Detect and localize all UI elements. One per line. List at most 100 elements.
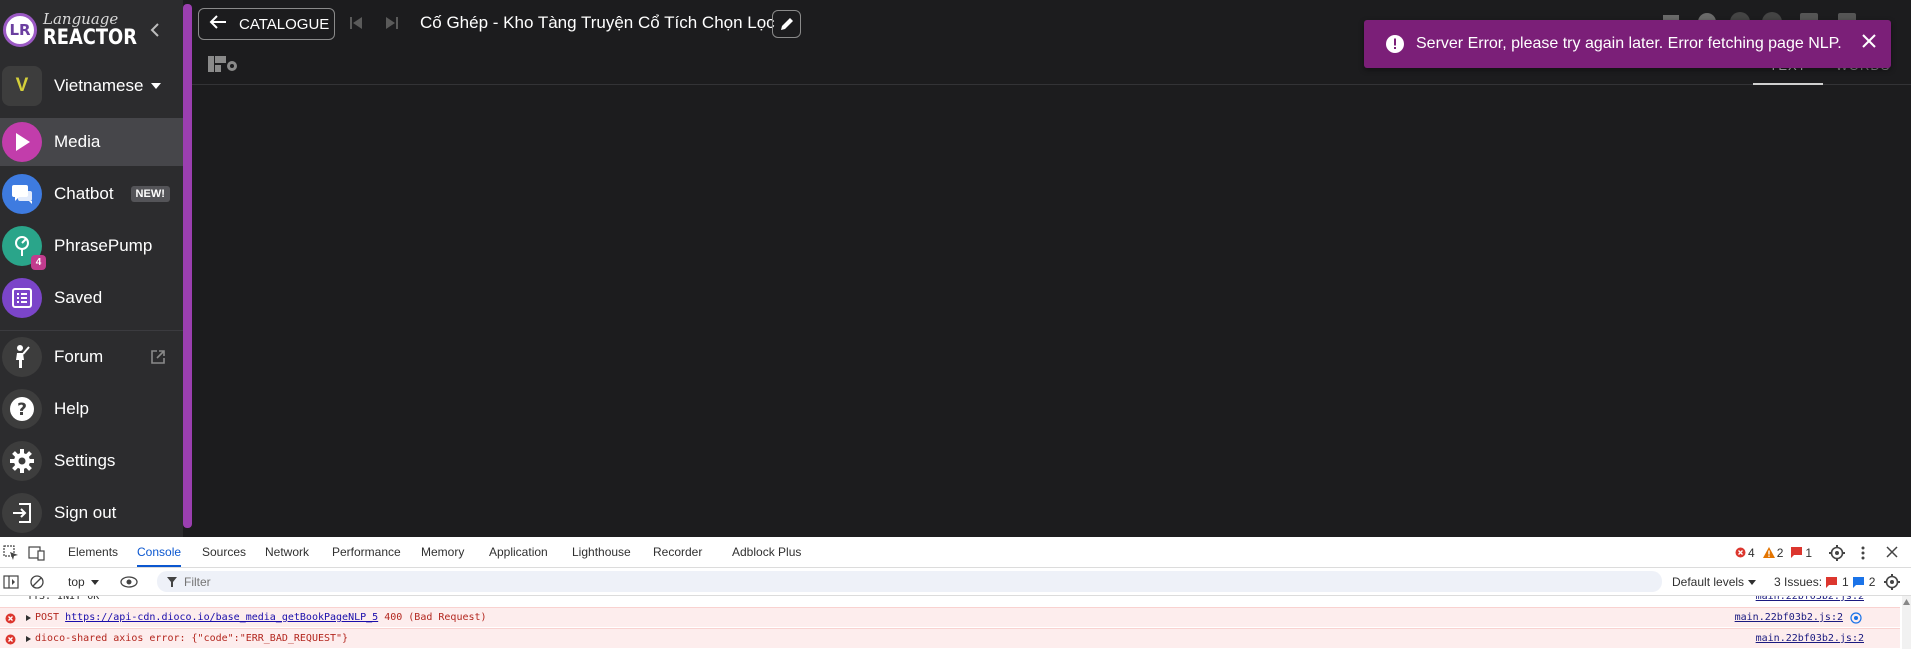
error-icon bbox=[1385, 34, 1405, 54]
sidebar-item-help[interactable]: ? Help bbox=[0, 385, 183, 433]
log-row-error: dioco-shared axios error: {"code":"ERR_B… bbox=[0, 628, 1900, 648]
sidebar-item-forum[interactable]: Forum bbox=[0, 333, 183, 381]
devtools-panel: Elements Console Sources Network Perform… bbox=[0, 537, 1911, 649]
edit-button[interactable] bbox=[772, 10, 801, 38]
issue-flag-icon bbox=[1826, 576, 1838, 588]
pencil-icon bbox=[780, 18, 793, 30]
app-logo[interactable]: LR Language REACTOR bbox=[3, 8, 137, 49]
chat-icon bbox=[2, 174, 42, 214]
device-toolbar-icon[interactable] bbox=[28, 545, 46, 564]
context-selector[interactable]: top bbox=[60, 572, 108, 592]
log-row-error: POST https://api-cdn.dioco.io/base_media… bbox=[0, 607, 1900, 627]
play-icon bbox=[2, 122, 42, 162]
close-icon[interactable] bbox=[1857, 29, 1881, 53]
log-levels-dropdown[interactable]: Default levels bbox=[1672, 572, 1757, 592]
forum-icon bbox=[2, 337, 42, 377]
devtools-settings-icon[interactable] bbox=[1829, 545, 1845, 564]
more-options-icon[interactable] bbox=[1860, 545, 1866, 564]
tab-performance[interactable]: Performance bbox=[332, 537, 401, 568]
issue-flag-icon bbox=[1791, 547, 1803, 558]
issue-count: 1 bbox=[1791, 546, 1812, 560]
brand-bottom-text: REACTOR bbox=[43, 25, 137, 49]
catalogue-label: CATALOGUE bbox=[239, 15, 330, 33]
sidebar-item-saved[interactable]: Saved bbox=[0, 274, 183, 322]
inspect-element-icon[interactable] bbox=[3, 545, 19, 564]
tab-elements[interactable]: Elements bbox=[68, 537, 118, 568]
previous-page-icon[interactable] bbox=[348, 15, 364, 36]
catalogue-button[interactable]: CATALOGUE bbox=[198, 8, 335, 40]
sidebar-item-media[interactable]: Media bbox=[0, 118, 183, 166]
tab-network[interactable]: Network bbox=[265, 537, 309, 568]
sidebar-item-chatbot[interactable]: Chatbot NEW! bbox=[0, 170, 183, 218]
warning-count: 2 bbox=[1762, 546, 1783, 560]
error-toast: Server Error, please try again later. Er… bbox=[1364, 20, 1891, 68]
error-icon bbox=[5, 633, 16, 649]
sidebar-item-sign-out[interactable]: Sign out bbox=[0, 489, 183, 537]
issues-counter[interactable]: 3 Issues: 1 2 bbox=[1774, 572, 1875, 592]
request-url-link[interactable]: https://api-cdn.dioco.io/base_media_getB… bbox=[65, 612, 378, 623]
chevron-down-icon bbox=[90, 580, 99, 586]
new-badge: NEW! bbox=[130, 186, 170, 202]
count-badge: 4 bbox=[31, 255, 46, 270]
console-counts[interactable]: 4 2 1 bbox=[1735, 537, 1812, 568]
arrow-left-icon bbox=[209, 14, 227, 34]
context-label: top bbox=[68, 575, 85, 589]
book-title: Cố Ghép - Kho Tàng Truyện Cổ Tích Chọn L… bbox=[420, 13, 775, 32]
tab-sources[interactable]: Sources bbox=[202, 537, 246, 568]
issues-error-count: 1 bbox=[1842, 575, 1849, 589]
info-flag-icon bbox=[1852, 576, 1864, 588]
console-output: TTS: INIT OK main.22bf03b2.js:2 POST htt… bbox=[0, 596, 1911, 649]
tab-console[interactable]: Console bbox=[137, 537, 182, 567]
sidebar-divider bbox=[0, 330, 183, 331]
tab-memory[interactable]: Memory bbox=[421, 537, 464, 568]
log-source-link[interactable]: main.22bf03b2.js:2 bbox=[1756, 629, 1864, 649]
sidebar-item-label: Chatbot bbox=[54, 184, 114, 203]
expand-triangle-icon[interactable] bbox=[26, 615, 31, 621]
tab-lighthouse[interactable]: Lighthouse bbox=[572, 537, 631, 568]
reader-content bbox=[192, 86, 1911, 537]
log-message: dioco-shared axios error: {"code":"ERR_B… bbox=[35, 633, 349, 644]
close-devtools-icon[interactable] bbox=[1885, 545, 1899, 562]
layout-settings-icon[interactable] bbox=[208, 56, 238, 77]
log-message: POST https://api-cdn.dioco.io/base_media… bbox=[35, 612, 487, 623]
warning-icon bbox=[1762, 547, 1775, 558]
log-message: TTS: INIT OK bbox=[27, 596, 100, 602]
sidebar-item-phrasepump[interactable]: 4 PhrasePump bbox=[0, 222, 183, 270]
next-page-icon[interactable] bbox=[384, 15, 400, 36]
sign-out-icon bbox=[2, 493, 42, 533]
issues-info-count: 2 bbox=[1868, 575, 1876, 589]
collapse-sidebar-icon[interactable] bbox=[147, 18, 163, 42]
console-sidebar-icon[interactable] bbox=[3, 575, 19, 592]
list-icon bbox=[2, 278, 42, 318]
tab-application[interactable]: Application bbox=[489, 537, 548, 568]
clear-console-icon[interactable] bbox=[30, 575, 44, 592]
log-source-link[interactable]: main.22bf03b2.js:2 bbox=[1735, 608, 1843, 628]
logo-mark: LR bbox=[3, 13, 37, 47]
console-settings-icon[interactable] bbox=[1884, 574, 1900, 593]
filter-input[interactable] bbox=[184, 574, 1584, 589]
sidebar-item-settings[interactable]: Settings bbox=[0, 437, 183, 485]
console-scrollbar[interactable] bbox=[1902, 596, 1911, 649]
log-levels-label: Default levels bbox=[1672, 575, 1745, 589]
help-icon: ? bbox=[2, 389, 42, 429]
console-filter[interactable] bbox=[157, 571, 1662, 592]
app-window: LR Language REACTOR V Vietnamese Media C… bbox=[0, 0, 1911, 537]
sidebar: LR Language REACTOR V Vietnamese Media C… bbox=[0, 0, 183, 537]
issues-label: 3 Issues: bbox=[1774, 575, 1823, 589]
error-icon bbox=[1735, 547, 1746, 558]
gear-icon bbox=[2, 441, 42, 481]
tab-adblock-plus[interactable]: Adblock Plus bbox=[732, 537, 801, 568]
language-label: Vietnamese bbox=[54, 76, 144, 95]
sidebar-item-label: Settings bbox=[54, 451, 116, 470]
sidebar-item-label: Sign out bbox=[54, 503, 117, 522]
language-selector[interactable]: V Vietnamese bbox=[0, 62, 183, 110]
chevron-down-icon bbox=[151, 83, 162, 89]
expand-triangle-icon[interactable] bbox=[26, 636, 31, 642]
sidebar-item-label: Saved bbox=[54, 288, 103, 307]
tab-recorder[interactable]: Recorder bbox=[653, 537, 702, 568]
sidebar-scrollbar[interactable] bbox=[183, 4, 192, 528]
phrasepump-icon: 4 bbox=[2, 226, 46, 270]
devtools-tab-bar: Elements Console Sources Network Perform… bbox=[0, 537, 1911, 568]
log-source-link[interactable]: main.22bf03b2.js:2 bbox=[1756, 596, 1864, 607]
live-expression-eye-icon[interactable] bbox=[120, 575, 138, 592]
